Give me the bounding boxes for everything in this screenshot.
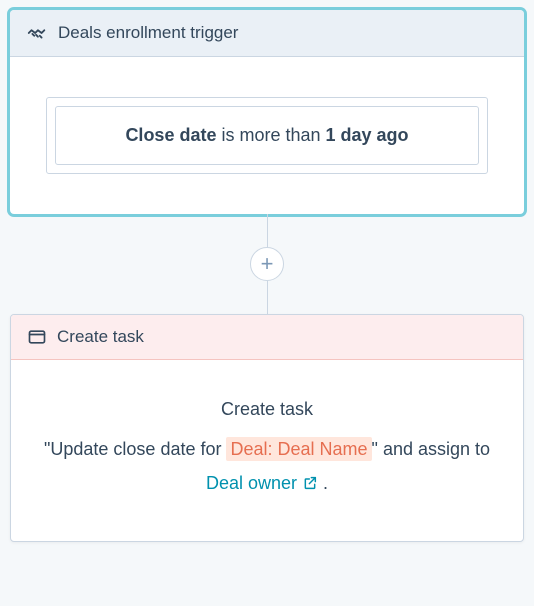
action-title: Create task [57,327,144,347]
action-summary-heading: Create task [41,392,493,426]
handshake-icon [26,22,48,44]
action-card-body: Create task "Update close date for Deal:… [11,360,523,541]
external-link-icon[interactable] [302,475,318,491]
assignee-link[interactable]: Deal owner [206,473,297,493]
trigger-card[interactable]: Deals enrollment trigger Close date is m… [10,10,524,214]
deal-name-token[interactable]: Deal: Deal Name [226,437,371,461]
action-card-header: Create task [11,315,523,360]
connector-line [267,214,268,247]
connector-line [267,281,268,314]
action-and-text: and assign to [378,439,490,459]
trigger-title: Deals enrollment trigger [58,23,238,43]
criteria-value: 1 day ago [326,125,409,145]
criteria-operator: is more than [216,125,325,145]
criteria-group[interactable]: Close date is more than 1 day ago [46,97,488,174]
action-period: . [318,473,328,493]
connector: + [10,214,524,314]
task-icon [27,327,47,347]
action-task-prefix: Update close date for [50,439,226,459]
add-step-button[interactable]: + [250,247,284,281]
action-card[interactable]: Create task Create task "Update close da… [10,314,524,542]
criteria-property: Close date [125,125,216,145]
plus-icon: + [261,253,274,275]
trigger-card-body: Close date is more than 1 day ago [10,57,524,214]
trigger-card-header: Deals enrollment trigger [10,10,524,57]
criteria-item[interactable]: Close date is more than 1 day ago [55,106,479,165]
